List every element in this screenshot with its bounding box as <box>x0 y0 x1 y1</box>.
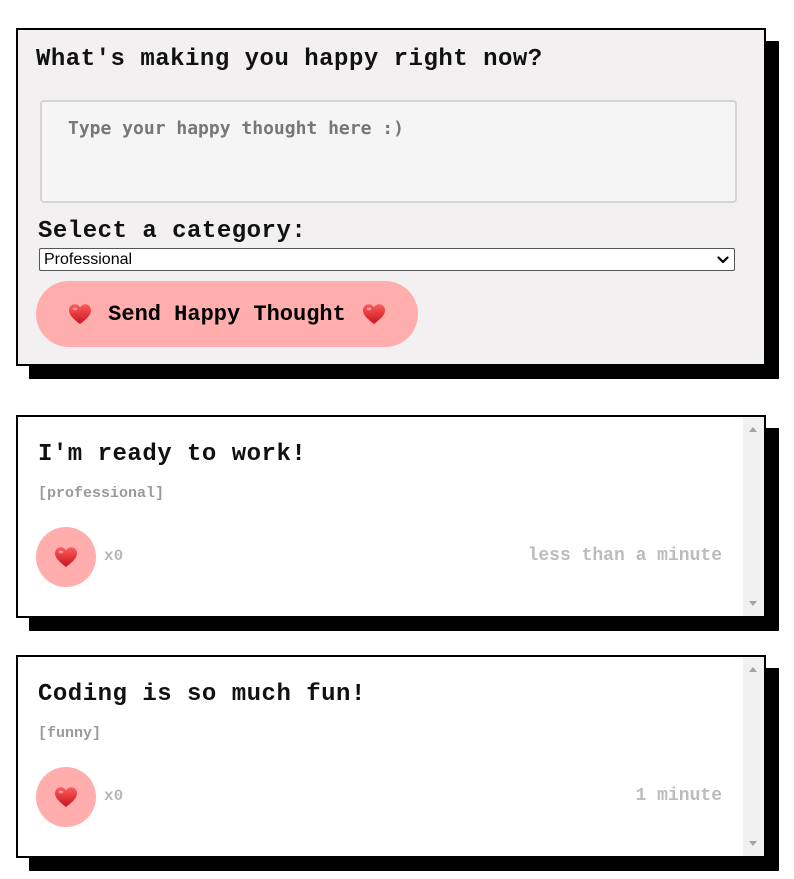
happy-thought-form: What's making you happy right now? Selec… <box>16 28 766 366</box>
thought-category-tag: [funny] <box>38 725 102 742</box>
form-title: What's making you happy right now? <box>36 46 543 73</box>
send-button-label: Send Happy Thought <box>108 301 346 327</box>
thought-message: Coding is so much fun! <box>38 681 366 708</box>
chevron-down-icon <box>717 255 729 263</box>
thought-message: I'm ready to work! <box>38 441 307 468</box>
scroll-up-arrow-icon[interactable] <box>749 667 757 672</box>
category-select[interactable]: Professional <box>39 248 735 271</box>
like-button[interactable] <box>36 767 96 827</box>
thought-timestamp: less than a minute <box>527 546 722 566</box>
scrollbar[interactable] <box>743 417 764 616</box>
thought-card: Coding is so much fun! [funny] x0 1 minu… <box>16 655 766 858</box>
scroll-down-arrow-icon[interactable] <box>749 601 757 606</box>
like-count: x0 <box>104 787 124 805</box>
heart-icon <box>362 303 386 325</box>
category-label: Select a category: <box>38 218 307 245</box>
category-selected-value: Professional <box>44 250 133 268</box>
heart-icon <box>54 786 78 808</box>
scroll-down-arrow-icon[interactable] <box>749 841 757 846</box>
like-button[interactable] <box>36 527 96 587</box>
heart-icon <box>54 546 78 568</box>
thought-timestamp: 1 minute <box>635 786 722 806</box>
like-count: x0 <box>104 547 124 565</box>
happy-thought-input[interactable] <box>40 100 737 203</box>
scrollbar[interactable] <box>743 657 764 856</box>
heart-icon <box>68 303 92 325</box>
thought-category-tag: [professional] <box>38 485 165 502</box>
scroll-up-arrow-icon[interactable] <box>749 427 757 432</box>
send-happy-thought-button[interactable]: Send Happy Thought <box>36 281 418 347</box>
thought-card: I'm ready to work! [professional] x0 les… <box>16 415 766 618</box>
